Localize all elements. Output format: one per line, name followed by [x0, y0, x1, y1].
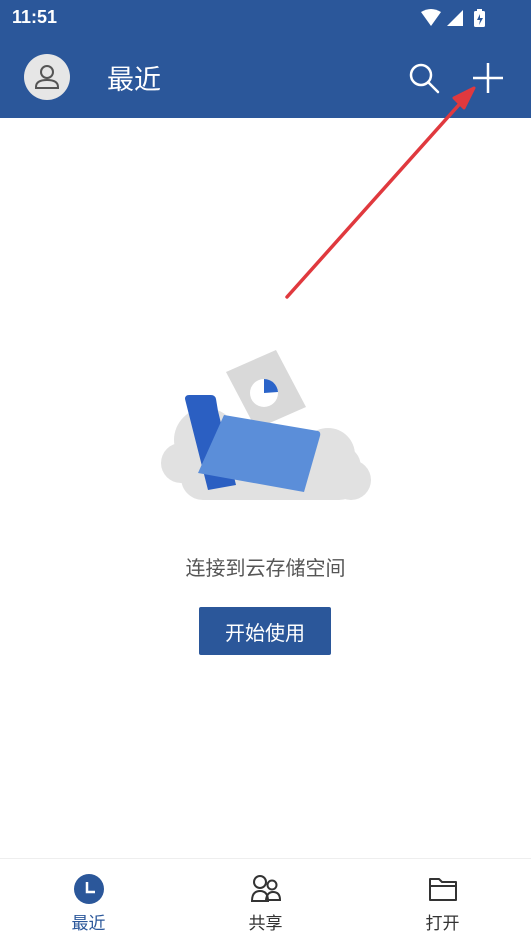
nav-item-recent[interactable]: 最近	[0, 859, 177, 945]
nav-label-open: 打开	[425, 914, 460, 934]
page-title: 最近	[107, 65, 161, 96]
app-bar: 最近	[0, 36, 531, 118]
search-icon	[409, 63, 440, 94]
avatar[interactable]	[24, 54, 70, 100]
add-button[interactable]	[470, 60, 506, 96]
nav-label-recent: 最近	[71, 914, 106, 934]
folder-cloud-illustration	[161, 350, 371, 500]
user-avatar-icon	[35, 65, 59, 89]
nav-item-open[interactable]: 打开	[354, 859, 531, 945]
status-bar: 11:51	[0, 0, 531, 36]
status-time: 11:51	[12, 7, 58, 27]
status-icons	[421, 9, 485, 27]
folder-icon	[429, 878, 457, 901]
empty-state-message: 连接到云存储空间	[185, 556, 346, 580]
bottom-nav: 最近 共享 打开	[0, 858, 531, 945]
get-started-button[interactable]: 开始使用	[199, 607, 331, 655]
signal-icon	[447, 10, 463, 26]
search-button[interactable]	[406, 60, 442, 96]
nav-label-shared: 共享	[248, 914, 283, 934]
add-icon	[473, 63, 503, 93]
battery-charging-icon	[474, 9, 485, 27]
clock-icon	[74, 874, 104, 904]
nav-item-shared[interactable]: 共享	[177, 859, 354, 945]
wifi-icon	[421, 9, 441, 26]
document-sheet	[226, 350, 306, 429]
people-icon	[250, 875, 282, 902]
